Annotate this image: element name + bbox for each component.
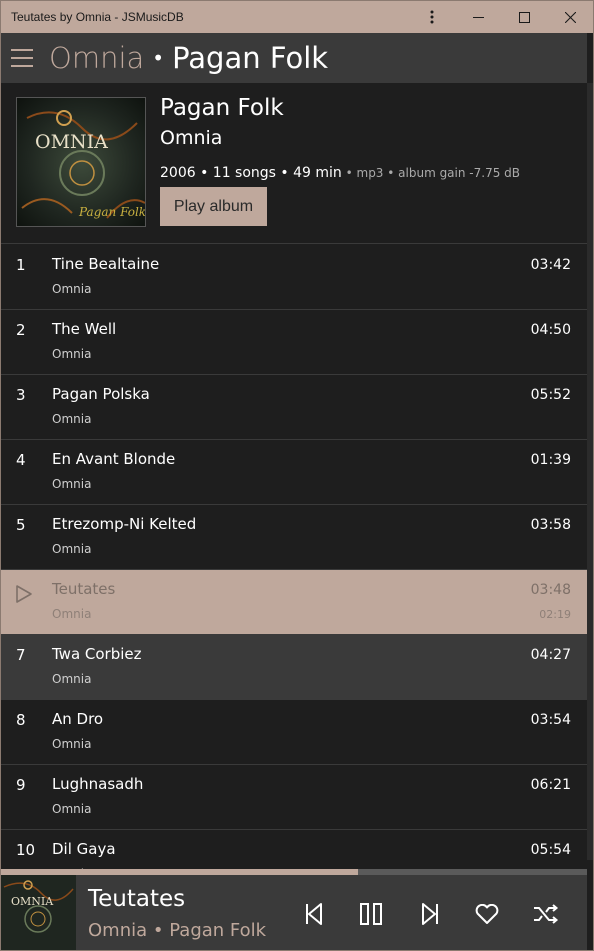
track-number: 7 [16, 646, 26, 664]
track-row[interactable]: 10Dil GayaOmnia05:54 [1, 830, 587, 869]
close-icon [564, 11, 576, 23]
pause-button[interactable] [356, 899, 386, 929]
previous-icon [306, 903, 322, 925]
track-title: The Well [52, 320, 117, 338]
track-title: An Dro [52, 710, 104, 728]
track-row[interactable]: 1 Tine Bealtaine Omnia 03:42 [1, 245, 587, 310]
album-cover: OMNIA Pagan Folk [16, 97, 146, 227]
track-number: 8 [16, 711, 26, 729]
minimize-button[interactable] [455, 1, 501, 34]
track-row[interactable]: 9 Lughnasadh Omnia 06:21 [1, 765, 587, 830]
now-playing-artist[interactable]: Omnia [88, 920, 147, 941]
track-title: Dil Gaya [52, 840, 116, 858]
album-details: • mp3 • album gain -7.75 dB [341, 166, 521, 180]
cover-logo-text: OMNIA [35, 131, 108, 153]
maximize-icon [518, 11, 530, 23]
track-duration: 01:39 [530, 452, 571, 468]
track-title: Lughnasadh [52, 775, 144, 793]
track-artist: Omnia [52, 607, 92, 621]
next-button[interactable] [415, 899, 445, 929]
track-artist: Omnia [52, 412, 92, 426]
np-cover-logo: OMNIA [11, 895, 54, 908]
track-row[interactable]: 3 Pagan Polska Omnia 05:52 [1, 375, 587, 440]
album-title: Pagan Folk [160, 95, 284, 121]
breadcrumb-separator: • [152, 46, 165, 70]
track-artist: Omnia [52, 672, 92, 686]
track-duration: 03:58 [530, 517, 571, 533]
track-artist: Omnia [52, 347, 92, 361]
scrollbar[interactable] [587, 83, 593, 869]
minimize-icon [472, 16, 484, 18]
window-title: Teutates by Omnia - JSMusicDB [11, 10, 184, 24]
track-number: 10 [16, 841, 36, 859]
track-position: 02:19 [539, 608, 571, 621]
track-artist: Omnia [52, 542, 92, 556]
shuffle-button[interactable] [531, 899, 561, 929]
track-number: 5 [16, 516, 26, 534]
track-artist: Omnia [52, 282, 92, 296]
track-number: 4 [16, 451, 26, 469]
favorite-button[interactable] [472, 899, 502, 929]
track-duration: 03:54 [530, 712, 571, 728]
track-artist: Omnia [52, 737, 92, 751]
album-artist[interactable]: Omnia [160, 127, 222, 149]
track-title: Etrezomp-Ni Kelted [52, 515, 197, 533]
track-row[interactable]: 7 Twa Corbiez Omnia 04:27 [1, 635, 587, 700]
album-info: OMNIA Pagan Folk Pagan Folk Omnia 2006 •… [1, 83, 587, 244]
track-duration: 03:42 [530, 257, 571, 273]
track-title: Twa Corbiez [52, 645, 142, 663]
play-album-button[interactable]: Play album [160, 187, 267, 226]
track-title: Pagan Polska [52, 385, 150, 403]
track-duration: 03:48 [530, 582, 571, 598]
track-duration: 06:21 [530, 777, 571, 793]
track-duration: 04:50 [530, 322, 571, 338]
window-titlebar: Teutates by Omnia - JSMusicDB [0, 0, 594, 33]
now-playing-cover[interactable]: OMNIA [1, 875, 76, 950]
more-options-button[interactable] [409, 1, 455, 34]
app-header: Omnia • Pagan Folk [1, 33, 587, 83]
track-number: 3 [16, 386, 26, 404]
now-playing-bar: OMNIA Teutates Omnia • Pagan Folk [1, 875, 587, 950]
track-artist: Omnia [52, 802, 92, 816]
breadcrumb-album: Pagan Folk [172, 41, 329, 75]
track-duration: 05:54 [530, 842, 571, 858]
cover-title-text: Pagan Folk [78, 205, 146, 219]
track-title: En Avant Blonde [52, 450, 176, 468]
track-artist: Omnia [52, 477, 92, 491]
track-number: 1 [16, 256, 26, 274]
track-duration: 04:27 [530, 647, 571, 663]
play-icon [15, 584, 33, 608]
track-number: 9 [16, 776, 26, 794]
breadcrumb-artist[interactable]: Omnia [49, 41, 144, 75]
heart-icon [475, 904, 499, 924]
now-playing-subtitle: Omnia • Pagan Folk [88, 920, 266, 941]
track-number: 2 [16, 321, 26, 339]
track-duration: 05:52 [530, 387, 571, 403]
menu-icon[interactable] [11, 49, 33, 67]
close-button[interactable] [547, 1, 593, 34]
album-summary: 2006 • 11 songs • 49 min [160, 165, 342, 181]
now-playing-title: Teutates [88, 886, 186, 912]
track-row[interactable]: 8 An Dro Omnia 03:54 [1, 700, 587, 765]
now-playing-album[interactable]: Pagan Folk [169, 920, 266, 941]
track-list: 1 Tine Bealtaine Omnia 03:42 2 The Well Omnia 0… [1, 245, 587, 869]
pause-icon [360, 903, 382, 925]
shuffle-icon [534, 904, 559, 924]
now-playing-separator: • [152, 920, 164, 941]
track-row[interactable]: 2 The Well Omnia 04:50 [1, 310, 587, 375]
more-icon [430, 10, 434, 24]
track-title: Tine Bealtaine [52, 255, 160, 273]
next-icon [422, 903, 438, 925]
track-title: Teutates [52, 580, 116, 598]
track-row[interactable]: 4 En Avant Blonde Omnia 01:39 [1, 440, 587, 505]
track-row[interactable]: Teutates Omnia 03:48 02:19 [1, 570, 587, 635]
previous-button[interactable] [299, 899, 329, 929]
maximize-button[interactable] [501, 1, 547, 34]
scrollbar-thumb[interactable] [587, 83, 593, 860]
album-meta: 2006 • 11 songs • 49 min • mp3 • album g… [160, 165, 520, 181]
track-row[interactable]: 5 Etrezomp-Ni Kelted Omnia 03:58 [1, 505, 587, 570]
